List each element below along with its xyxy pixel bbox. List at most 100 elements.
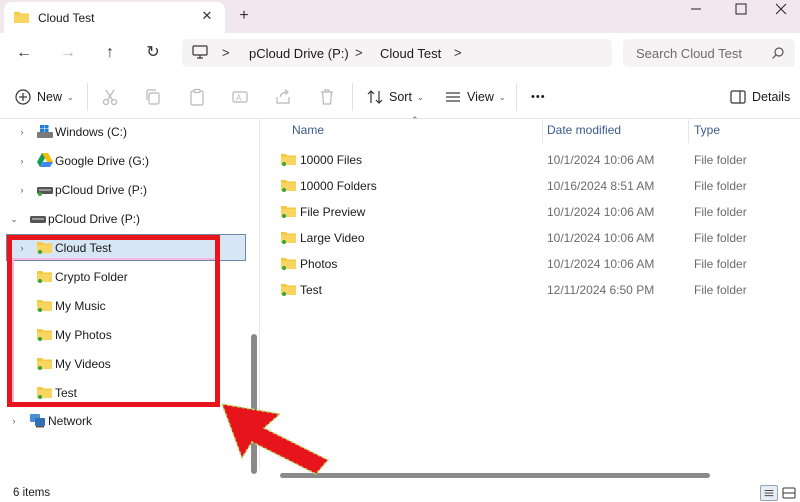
file-row[interactable]: Photos 10/1/2024 10:06 AM File folder (262, 251, 800, 277)
folder-icon (281, 258, 296, 270)
tree-item-pcloud-drive[interactable]: › pCloud Drive (P:) (0, 177, 245, 203)
column-divider[interactable] (542, 119, 543, 143)
new-label: New (37, 90, 63, 104)
file-name: 10000 Folders (300, 179, 377, 193)
nav-pane-scrollbar[interactable] (251, 334, 257, 474)
breadcrumb-separator[interactable]: > (454, 45, 462, 60)
rename-icon[interactable]: A (231, 88, 249, 106)
close-tab-button[interactable]: ✕ (200, 9, 214, 23)
folder-icon (37, 387, 52, 399)
breadcrumb-pcloud-drive[interactable]: pCloud Drive (P:) (249, 46, 349, 61)
file-name: Large Video (300, 231, 365, 245)
breadcrumb-separator[interactable]: > (355, 45, 363, 60)
file-row[interactable]: 10000 Files 10/1/2024 10:06 AM File fold… (262, 147, 800, 173)
refresh-button[interactable]: ↻ (143, 43, 163, 63)
breadcrumb-cloud-test[interactable]: Cloud Test (380, 46, 441, 61)
chevron-right-icon[interactable]: › (17, 185, 27, 195)
tree-item-label: Cloud Test (55, 241, 112, 255)
active-tab[interactable]: Cloud Test ✕ (4, 2, 225, 33)
sort-label: Sort (389, 90, 412, 104)
tree-item-label: Google Drive (G:) (55, 154, 150, 168)
chevron-down-icon[interactable]: ⌄ (9, 214, 19, 224)
tree-item-my-videos[interactable]: My Videos (0, 351, 245, 377)
details-view-icon[interactable] (760, 485, 778, 501)
divider (516, 83, 517, 111)
file-date: 10/1/2024 10:06 AM (547, 257, 655, 271)
chevron-right-icon[interactable]: › (9, 416, 19, 426)
share-icon[interactable] (274, 88, 292, 106)
file-row[interactable]: File Preview 10/1/2024 10:06 AM File fol… (262, 199, 800, 225)
chevron-right-icon[interactable]: › (17, 156, 27, 166)
column-header-date-modified[interactable]: Date modified (547, 123, 621, 137)
tiles-view-icon[interactable] (780, 485, 798, 501)
search-box[interactable]: Search Cloud Test (623, 39, 795, 67)
more-options-button[interactable]: ••• (531, 85, 546, 109)
file-date: 10/16/2024 8:51 AM (547, 179, 655, 193)
cut-icon[interactable] (101, 88, 119, 106)
back-button[interactable]: ← (14, 43, 34, 63)
tree-item-label: pCloud Drive (P:) (55, 183, 148, 197)
file-type: File folder (694, 231, 747, 245)
file-row[interactable]: 10000 Folders 10/16/2024 8:51 AM File fo… (262, 173, 800, 199)
details-button[interactable]: Details (729, 85, 790, 109)
details-label: Details (752, 90, 791, 104)
tree-item-label: Network (48, 414, 93, 428)
new-button[interactable]: New ⌄ (14, 85, 74, 109)
file-date: 10/1/2024 10:06 AM (547, 153, 655, 167)
file-name: File Preview (300, 205, 366, 219)
up-button[interactable]: ↑ (100, 43, 120, 63)
search-input[interactable]: Search Cloud Test (636, 46, 742, 61)
sort-ascending-icon: ⌃ (411, 115, 419, 125)
tree-item-test[interactable]: Test (0, 380, 245, 406)
chevron-right-icon[interactable]: › (17, 127, 27, 137)
address-bar[interactable]: > pCloud Drive (P:) > Cloud Test > (182, 39, 612, 67)
file-row[interactable]: Test 12/11/2024 6:50 PM File folder (262, 277, 800, 303)
paste-icon[interactable] (188, 88, 206, 106)
folder-icon (37, 242, 52, 254)
tree-item-my-photos[interactable]: My Photos (0, 322, 245, 348)
forward-button[interactable]: → (58, 43, 78, 63)
new-tab-button[interactable]: + (236, 7, 252, 25)
file-type: File folder (694, 257, 747, 271)
folder-icon (281, 180, 296, 192)
tree-item-label: My Music (55, 299, 106, 313)
search-icon (772, 47, 784, 59)
view-button[interactable]: View ⌄ (444, 85, 506, 109)
column-divider[interactable] (688, 119, 689, 143)
breadcrumb-separator[interactable]: > (222, 45, 230, 60)
svg-text:A: A (236, 94, 242, 103)
horizontal-scrollbar[interactable] (280, 473, 710, 478)
divider (352, 83, 353, 111)
file-date: 10/1/2024 10:06 AM (547, 205, 655, 219)
tree-item-google-drive[interactable]: › Google Drive (G:) (0, 148, 245, 174)
folder-icon (281, 154, 296, 166)
copy-icon[interactable] (144, 88, 162, 106)
file-type: File folder (694, 283, 747, 297)
status-bar: 6 items (0, 484, 800, 502)
sort-icon (367, 90, 383, 104)
tree-item-pcloud-drive-expanded[interactable]: ⌄ pCloud Drive (P:) (0, 206, 245, 232)
file-row[interactable]: Large Video 10/1/2024 10:06 AM File fold… (262, 225, 800, 251)
tree-item-my-music[interactable]: My Music (0, 293, 245, 319)
view-label: View (467, 90, 494, 104)
delete-icon[interactable] (318, 88, 336, 106)
google-drive-icon (37, 153, 53, 167)
computer-icon (192, 45, 208, 59)
tree-item-network[interactable]: › Network (0, 408, 245, 434)
item-count: 6 items (13, 487, 51, 499)
column-header-name[interactable]: Name (292, 123, 324, 137)
chevron-right-icon[interactable]: › (17, 243, 27, 253)
folder-icon (37, 329, 52, 341)
tab-title: Cloud Test (38, 11, 95, 25)
title-bar: Cloud Test ✕ + (0, 0, 800, 33)
pcloud-drive-icon (30, 216, 46, 223)
folder-icon (281, 232, 296, 244)
tree-item-crypto-folder[interactable]: Crypto Folder (0, 264, 245, 290)
sort-button[interactable]: Sort ⌄ (366, 85, 424, 109)
file-type: File folder (694, 205, 747, 219)
tree-item-cloud-test[interactable]: › Cloud Test (6, 234, 246, 261)
tree-item-windows-c[interactable]: › Windows (C:) (0, 119, 245, 145)
column-header-type[interactable]: Type (694, 123, 720, 137)
close-window-button[interactable] (758, 0, 800, 18)
minimize-button[interactable] (672, 0, 718, 18)
